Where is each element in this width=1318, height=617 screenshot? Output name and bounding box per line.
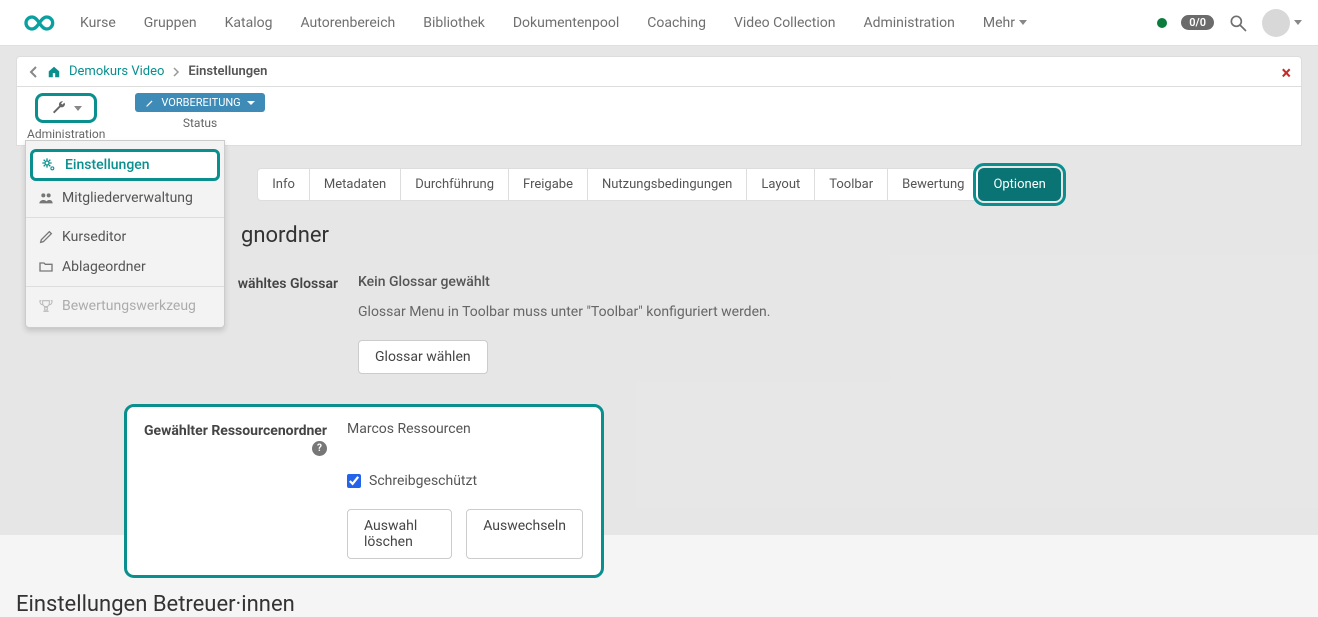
dropdown-item-label: Mitgliederverwaltung [62,190,193,206]
clear-selection-button[interactable]: Auswahl löschen [347,509,452,559]
nav-item-katalog[interactable]: Katalog [225,15,273,31]
breadcrumb-current: Einstellungen [188,64,267,79]
tab-metadaten[interactable]: Metadaten [309,168,401,201]
nav-item-autorenbereich[interactable]: Autorenbereich [301,15,396,31]
notification-badge[interactable]: 0/0 [1181,15,1214,30]
wrench-icon [50,100,68,116]
nav-item-kurse[interactable]: Kurse [80,15,116,31]
status-tool: VORBEREITUNG Status [135,93,264,130]
status-tool-label: Status [183,116,217,130]
nav-items: Kurse Gruppen Katalog Autorenbereich Bib… [80,15,1157,31]
section-title-suffix: gnordner [241,223,329,248]
nav-item-gruppen[interactable]: Gruppen [144,15,197,31]
swap-button[interactable]: Auswechseln [466,509,583,559]
pencil-icon [145,98,155,108]
nav-item-dokumentenpool[interactable]: Dokumentenpool [513,15,619,31]
nav-item-mehr[interactable]: Mehr [983,15,1027,31]
dropdown-item-einstellungen[interactable]: Einstellungen [30,149,220,181]
readonly-checkbox[interactable] [347,474,361,488]
trophy-icon [38,298,54,314]
close-button[interactable]: × [1281,63,1291,84]
folder-icon [38,259,54,275]
status-pill[interactable]: VORBEREITUNG [135,93,264,112]
edit-icon [38,229,54,245]
dropdown-item-kurseditor[interactable]: Kurseditor [26,222,224,252]
online-status-dot [1157,18,1167,28]
dropdown-separator [26,286,224,287]
readonly-row: Schreibgeschützt [347,473,583,489]
admin-tool-label: Administration [27,127,105,141]
resource-value: Marcos Ressourcen [347,421,583,437]
nav-item-coaching[interactable]: Coaching [647,15,706,31]
dropdown-item-label: Kurseditor [62,229,126,245]
tab-info[interactable]: Info [257,168,310,201]
nav-item-bibliothek[interactable]: Bibliothek [423,15,485,31]
tab-optionen[interactable]: Optionen [978,168,1060,201]
tab-freigabe[interactable]: Freigabe [508,168,588,201]
dropdown-item-ablageordner[interactable]: Ablageordner [26,252,224,282]
caret-down-icon [247,101,255,105]
users-icon [38,190,54,206]
infinity-logo-icon [16,11,56,35]
dropdown-item-bewertungswerkzeug[interactable]: Bewertungswerkzeug [26,291,224,321]
caret-down-icon [1019,20,1027,25]
dropdown-item-label: Ablageordner [62,259,146,275]
resource-folder-panel: Gewählter Ressourcenordner ? Marcos Ress… [124,404,604,578]
nav-item-mehr-label: Mehr [983,15,1015,31]
dropdown-item-label: Bewertungswerkzeug [62,298,196,314]
nav-item-administration[interactable]: Administration [863,15,954,31]
tab-toolbar[interactable]: Toolbar [814,168,888,201]
caret-down-icon [1294,20,1302,25]
caret-down-icon [74,106,82,111]
logo[interactable] [16,11,56,35]
resource-label-text: Gewählter Ressourcenordner [144,423,327,439]
help-icon[interactable]: ? [312,441,327,456]
breadcrumb-course[interactable]: Demokurs Video [69,64,164,79]
user-menu[interactable] [1262,9,1302,37]
dropdown-separator [26,217,224,218]
tab-layout[interactable]: Layout [746,168,815,201]
resource-label: Gewählter Ressourcenordner ? [137,421,327,456]
top-nav: Kurse Gruppen Katalog Autorenbereich Bib… [0,0,1318,46]
glossar-content: Kein Glossar gewählt Glossar Menu in Too… [358,274,1302,374]
search-button[interactable] [1228,13,1248,33]
chevron-left-icon [29,66,39,78]
toolbar: Administration VORBEREITUNG Status [16,87,1302,146]
gears-icon [41,157,57,173]
breadcrumb-back[interactable] [29,66,39,78]
breadcrumb: Demokurs Video Einstellungen × [16,56,1302,87]
tab-nutzungsbedingungen[interactable]: Nutzungsbedingungen [587,168,747,201]
avatar [1262,9,1290,37]
section-title-supervisors: Einstellungen Betreuer·innen [16,592,1302,617]
admin-dropdown-button[interactable] [35,93,97,123]
glossar-value: Kein Glossar gewählt [358,274,1302,290]
dropdown-item-label: Einstellungen [65,157,150,173]
chevron-right-icon [172,67,180,77]
content: Demokurs Video Einstellungen × Administr… [0,46,1318,617]
tab-bewertung[interactable]: Bewertung [887,168,979,201]
readonly-label: Schreibgeschützt [369,473,477,489]
admin-dropdown-menu: Einstellungen Mitgliederverwaltung Kurse… [25,140,225,328]
glossar-choose-button[interactable]: Glossar wählen [358,340,488,374]
nav-item-video-collection[interactable]: Video Collection [734,15,835,31]
dropdown-item-mitglieder[interactable]: Mitgliederverwaltung [26,183,224,213]
status-value: VORBEREITUNG [161,96,240,109]
tab-durchfuehrung[interactable]: Durchführung [400,168,509,201]
admin-tool: Administration [27,93,105,141]
search-icon [1228,13,1248,33]
home-icon[interactable] [47,65,61,79]
glossar-note: Glossar Menu in Toolbar muss unter "Tool… [358,304,1302,320]
nav-right: 0/0 [1157,9,1302,37]
